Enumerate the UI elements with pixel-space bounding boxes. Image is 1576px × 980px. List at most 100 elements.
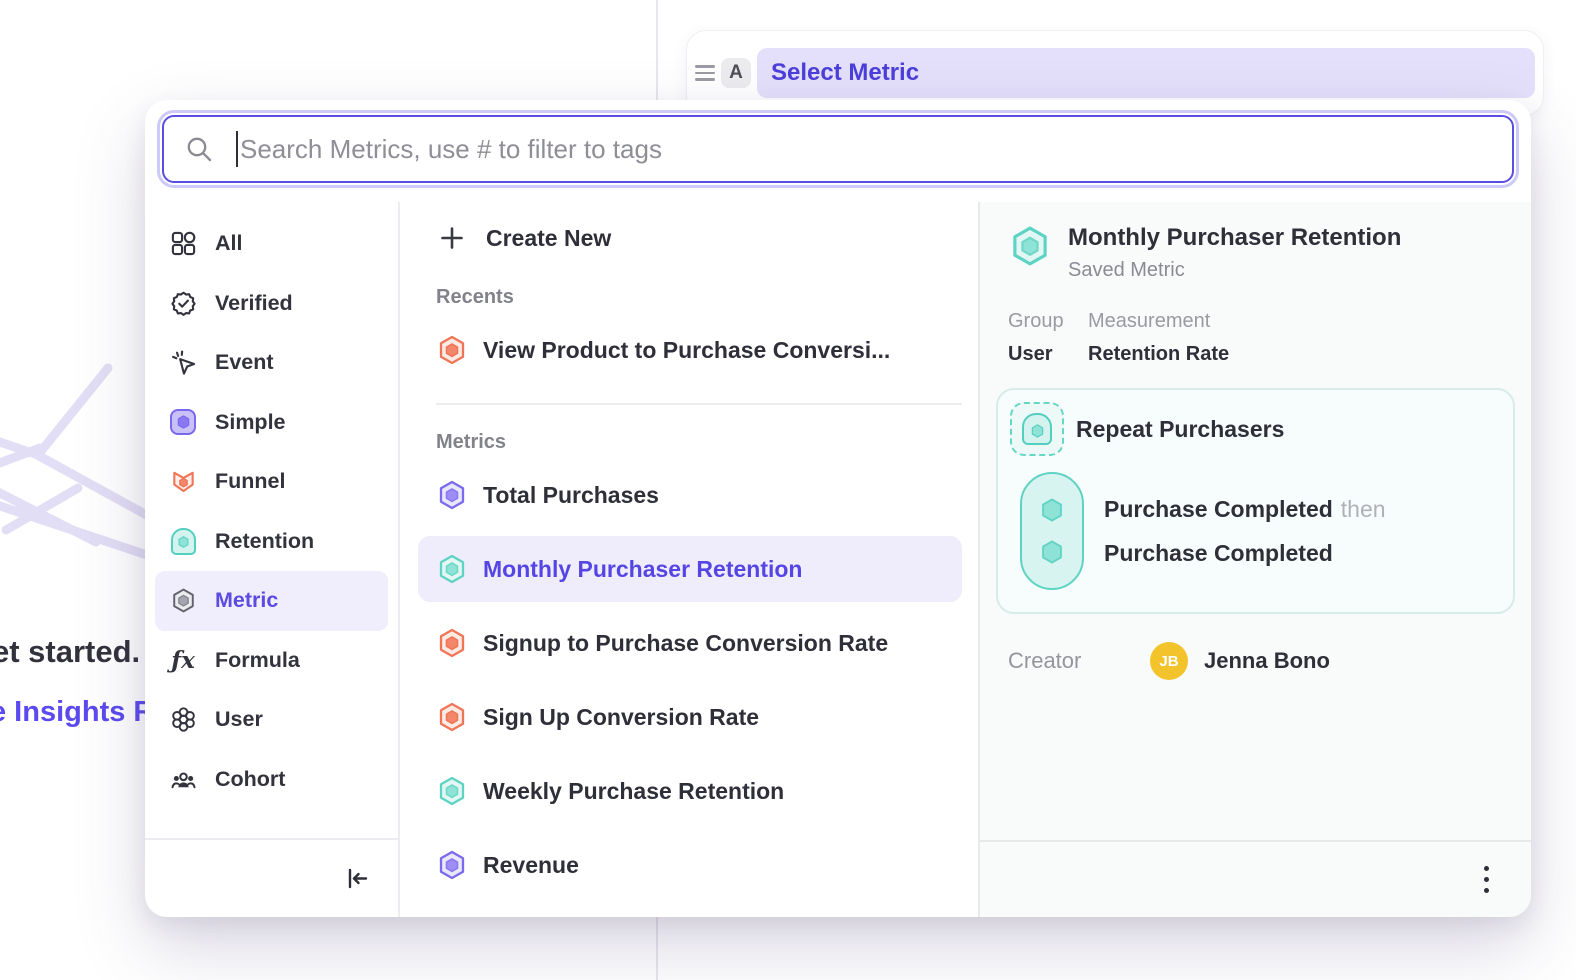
create-new-label: Create New: [486, 225, 611, 252]
retention-definition-icon: [1010, 402, 1064, 456]
detail-title: Monthly Purchaser Retention: [1068, 224, 1401, 252]
filter-list: All Verified: [145, 202, 398, 838]
measurement-field: Measurement Retention Rate: [1088, 310, 1229, 366]
sidebar-item-label: User: [215, 707, 263, 732]
metric-item-label: Total Purchases: [483, 482, 659, 509]
collapse-sidebar-button[interactable]: [342, 864, 372, 894]
sidebar-item-formula[interactable]: ƒx Formula: [155, 631, 388, 691]
metric-hexagon-icon: [169, 587, 197, 615]
sidebar-item-event[interactable]: Event: [155, 333, 388, 393]
hexagon-orange-icon: [436, 627, 468, 659]
step-1-event: Purchase Completed: [1104, 496, 1333, 522]
step-1: Purchase Completed then: [1104, 496, 1386, 523]
creator-name: Jenna Bono: [1204, 648, 1330, 674]
section-divider: [436, 403, 962, 405]
detail-header: Monthly Purchaser Retention Saved Metric: [996, 224, 1515, 282]
hexagon-teal-icon: [436, 553, 468, 585]
metric-item-label: Signup to Purchase Conversion Rate: [483, 630, 888, 657]
select-metric-dropdown[interactable]: Select Metric: [757, 48, 1535, 98]
user-cluster-icon: [169, 706, 197, 734]
search-focus-ring: [157, 110, 1519, 188]
collapse-left-icon: [342, 864, 372, 894]
grid-icon: [169, 230, 197, 258]
step-hexagon-icon: [1039, 497, 1065, 523]
metric-item-monthly-purchaser-retention[interactable]: Monthly Purchaser Retention: [418, 536, 962, 602]
hexagon-orange-icon: [436, 334, 468, 366]
measurement-value: Retention Rate: [1088, 343, 1229, 366]
metric-item-signup-to-purchase-conversion-rate[interactable]: Signup to Purchase Conversion Rate: [418, 610, 962, 676]
recents-section-label: Recents: [436, 286, 962, 309]
group-field: Group User: [996, 310, 1088, 366]
retention-arch-icon: [169, 527, 197, 555]
definition-title: Repeat Purchasers: [1076, 416, 1284, 443]
sidebar-item-label: Event: [215, 350, 274, 375]
app-background: et started. e Insights Re A Select Metri…: [0, 0, 1576, 980]
drag-handle-icon[interactable]: [695, 65, 715, 81]
sidebar-item-label: Funnel: [215, 469, 285, 494]
more-options-button[interactable]: [1478, 860, 1495, 899]
measurement-label: Measurement: [1088, 310, 1229, 333]
metric-detail-panel: Monthly Purchaser Retention Saved Metric…: [978, 202, 1531, 917]
metric-item-label: Monthly Purchaser Retention: [483, 556, 802, 583]
search-bar[interactable]: [162, 115, 1514, 183]
step-2-event: Purchase Completed: [1104, 540, 1333, 566]
definition-steps: Purchase Completed then Purchase Complete…: [1104, 472, 1386, 590]
create-new-button[interactable]: Create New: [436, 216, 962, 260]
simple-hexagon-icon: [169, 408, 197, 436]
background-headline-fragment: et started.: [0, 634, 140, 670]
sidebar-item-user[interactable]: User: [155, 690, 388, 750]
plus-icon: [436, 222, 468, 254]
verified-badge-icon: [169, 289, 197, 317]
sidebar-item-label: Retention: [215, 529, 314, 554]
recent-metric-item[interactable]: View Product to Purchase Conversi...: [418, 317, 962, 383]
step-2: Purchase Completed: [1104, 540, 1386, 567]
sidebar-item-label: Formula: [215, 648, 300, 673]
filter-sidebar: All Verified: [145, 202, 400, 917]
hexagon-teal-icon: [1008, 224, 1052, 268]
group-value: User: [1008, 343, 1088, 366]
metric-item-label: Sign Up Conversion Rate: [483, 704, 759, 731]
metric-picker-modal: All Verified: [145, 100, 1531, 917]
sidebar-item-label: Verified: [215, 291, 293, 316]
definition-card: Repeat Purchasers: [996, 388, 1515, 614]
formula-fx-icon: ƒx: [169, 646, 197, 674]
step-1-suffix: then: [1341, 496, 1386, 522]
sidebar-item-label: Cohort: [215, 767, 285, 792]
sidebar-item-all[interactable]: All: [155, 214, 388, 274]
creator-label: Creator: [1008, 648, 1150, 674]
cohort-people-icon: [169, 765, 197, 793]
sidebar-item-verified[interactable]: Verified: [155, 274, 388, 334]
metric-item-label: Weekly Purchase Retention: [483, 778, 784, 805]
metric-item-sign-up-conversion-rate[interactable]: Sign Up Conversion Rate: [418, 684, 962, 750]
detail-subtitle: Saved Metric: [1068, 259, 1401, 282]
step-hexagon-icon: [1039, 539, 1065, 565]
sidebar-item-metric[interactable]: Metric: [155, 571, 388, 631]
metrics-section-label: Metrics: [436, 431, 962, 454]
funnel-hexagon-icon: [169, 468, 197, 496]
hexagon-purple-icon: [436, 479, 468, 511]
search-input[interactable]: [240, 134, 1512, 165]
event-cursor-icon: [169, 349, 197, 377]
background-illustration: [0, 360, 160, 620]
sidebar-item-label: All: [215, 231, 242, 256]
series-letter-badge: A: [721, 58, 751, 88]
steps-capsule: [1020, 472, 1084, 590]
metric-item-revenue[interactable]: Revenue: [418, 832, 962, 898]
select-metric-label: Select Metric: [771, 59, 919, 87]
metric-item-total-purchases[interactable]: Total Purchases: [418, 462, 962, 528]
metric-list-panel: Create New Recents View Product to Purch…: [400, 202, 978, 917]
hexagon-teal-icon: [436, 775, 468, 807]
sidebar-item-cohort[interactable]: Cohort: [155, 750, 388, 810]
definition-body: Purchase Completed then Purchase Complete…: [1020, 472, 1499, 590]
metric-item-label: View Product to Purchase Conversi...: [483, 337, 890, 364]
metric-item-weekly-purchase-retention[interactable]: Weekly Purchase Retention: [418, 758, 962, 824]
sidebar-item-funnel[interactable]: Funnel: [155, 452, 388, 512]
modal-columns: All Verified: [145, 202, 1531, 917]
group-label: Group: [1008, 310, 1088, 333]
creator-row: Creator JB Jenna Bono: [996, 642, 1515, 680]
sidebar-item-label: Simple: [215, 410, 286, 435]
sidebar-item-label: Metric: [215, 588, 278, 613]
creator-avatar: JB: [1150, 642, 1188, 680]
sidebar-item-simple[interactable]: Simple: [155, 393, 388, 453]
sidebar-item-retention[interactable]: Retention: [155, 512, 388, 572]
